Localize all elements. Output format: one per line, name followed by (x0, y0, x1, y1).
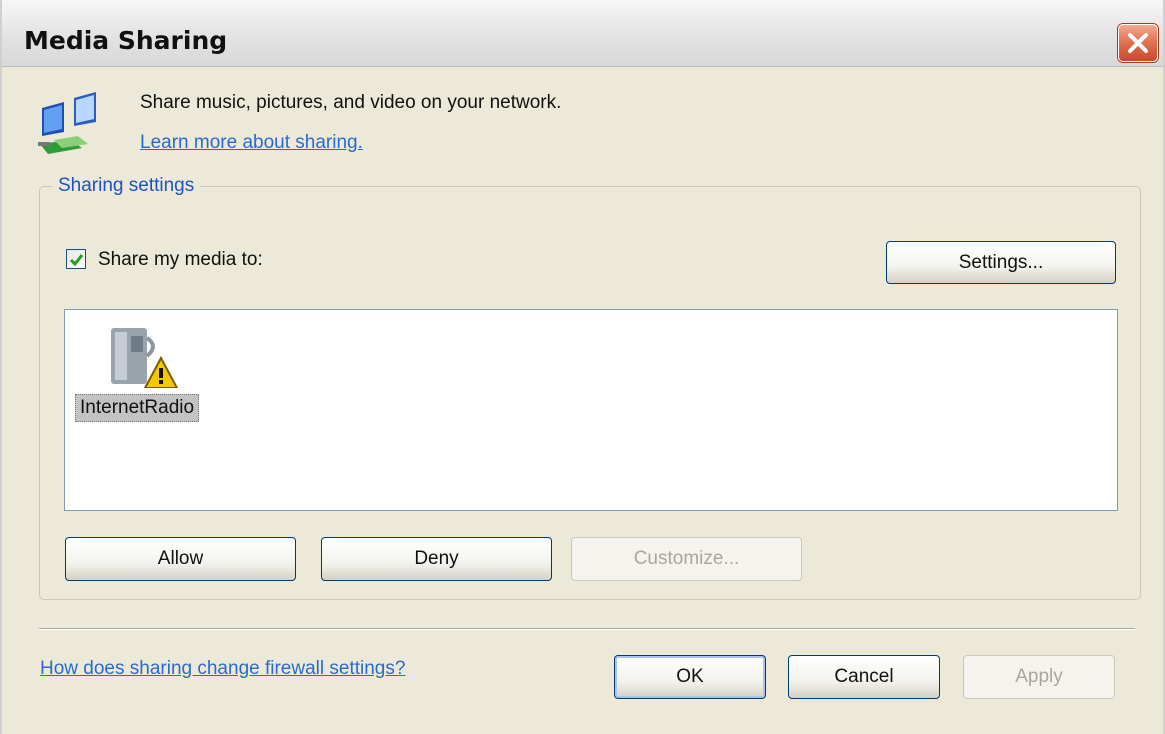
share-media-checkbox[interactable] (66, 249, 86, 269)
deny-button[interactable]: Deny (321, 537, 552, 581)
checkmark-icon (69, 254, 84, 267)
share-media-label[interactable]: Share my media to: (98, 249, 263, 271)
close-icon (1128, 33, 1148, 53)
allow-button[interactable]: Allow (65, 537, 296, 581)
window-title: Media Sharing (24, 26, 228, 55)
device-list[interactable]: InternetRadio (64, 309, 1118, 511)
close-button[interactable] (1118, 24, 1158, 62)
apply-button[interactable]: Apply (963, 655, 1115, 699)
internet-radio-warning-icon (107, 316, 179, 393)
ok-button[interactable]: OK (614, 655, 766, 699)
device-name[interactable]: InternetRadio (75, 394, 200, 422)
media-sharing-dialog: Media Sharing Share music, pictures, and… (0, 0, 1165, 734)
footer-divider (39, 628, 1135, 630)
settings-button[interactable]: Settings... (886, 241, 1116, 284)
network-share-icon (34, 88, 104, 163)
title-bar[interactable]: Media Sharing (2, 0, 1163, 67)
learn-more-link[interactable]: Learn more about sharing. (140, 132, 363, 154)
firewall-help-link[interactable]: How does sharing change firewall setting… (40, 658, 405, 680)
customize-button[interactable]: Customize... (571, 537, 802, 581)
cancel-button[interactable]: Cancel (788, 655, 940, 699)
intro-text: Share music, pictures, and video on your… (140, 92, 562, 113)
group-legend: Sharing settings (52, 175, 201, 197)
